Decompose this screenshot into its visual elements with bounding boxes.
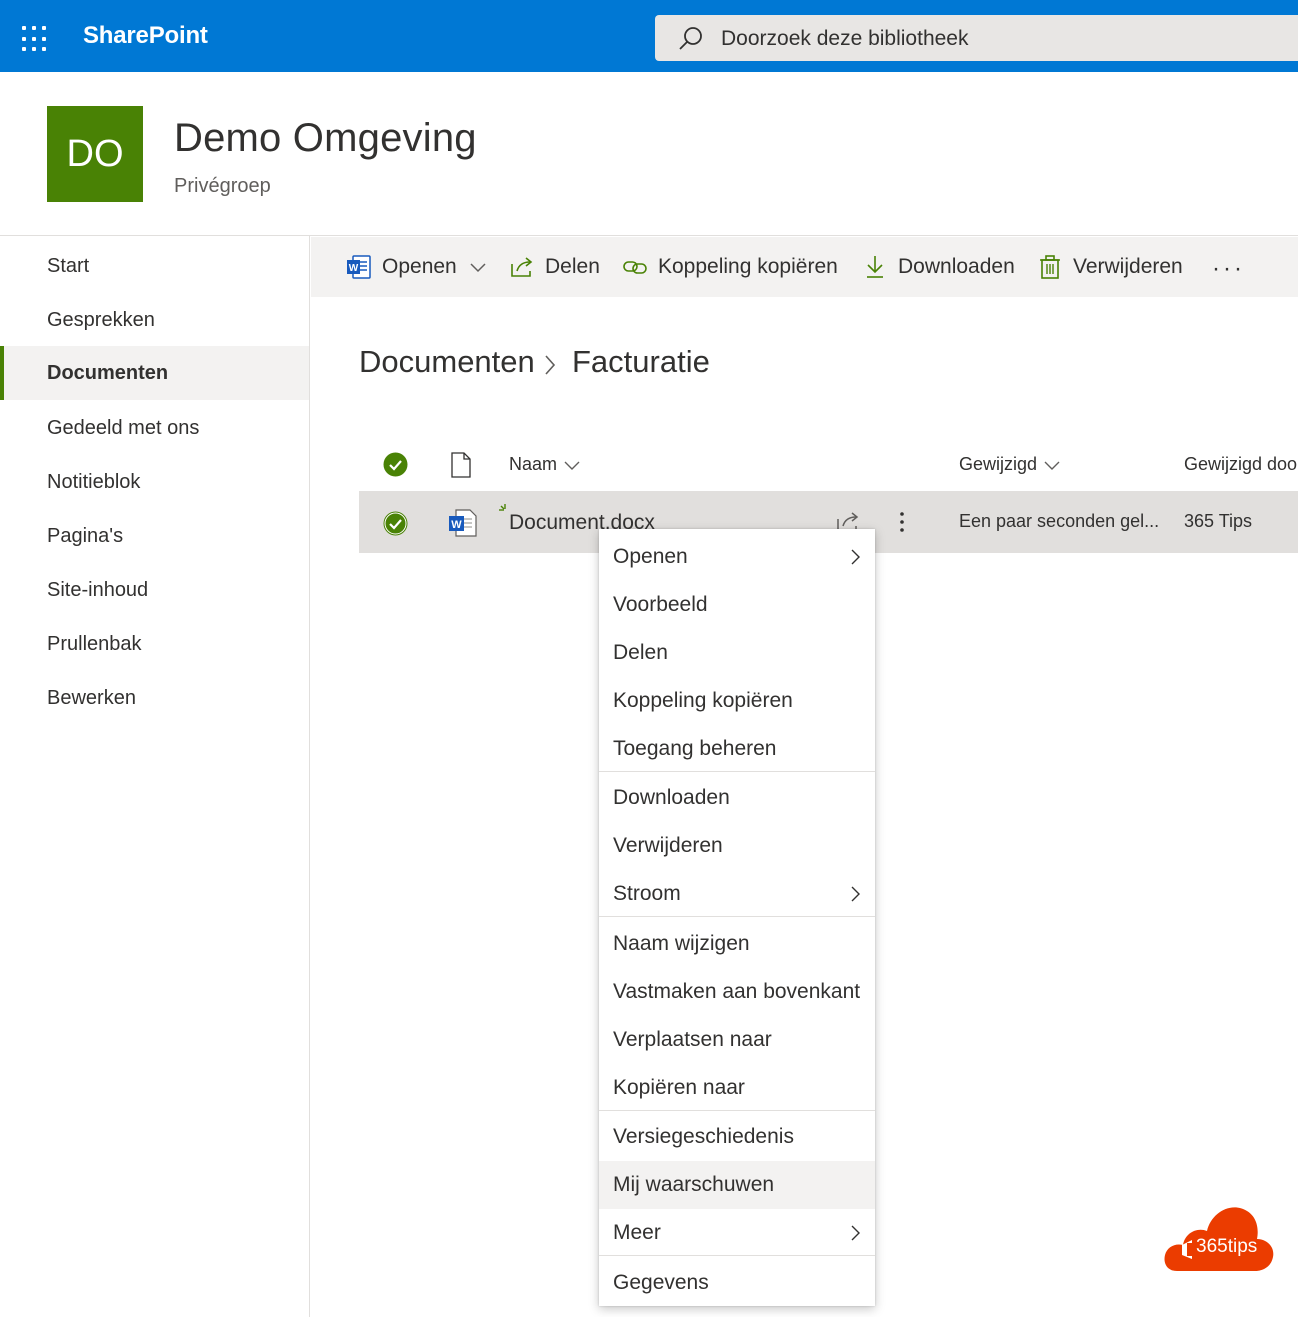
nav-item-documenten[interactable]: Documenten bbox=[0, 346, 309, 400]
chevron-down-icon bbox=[470, 263, 486, 273]
menu-item-label: Verwijderen bbox=[613, 834, 723, 857]
menu-item-voorbeeld[interactable]: Voorbeeld bbox=[599, 581, 875, 629]
select-all-checkbox[interactable] bbox=[383, 452, 408, 477]
column-header-modified-label: Gewijzigd bbox=[959, 454, 1038, 474]
menu-item-stroom[interactable]: Stroom bbox=[599, 870, 875, 918]
menu-item-label: Verplaatsen naar bbox=[613, 1028, 772, 1051]
nav-item-prullenbak[interactable]: Prullenbak bbox=[0, 617, 309, 671]
menu-item-label: Meer bbox=[613, 1221, 661, 1244]
breadcrumb-chevron-icon bbox=[545, 355, 556, 375]
nav-item-start[interactable]: Start bbox=[0, 239, 309, 293]
menu-item-delen[interactable]: Delen bbox=[599, 629, 875, 677]
nav-item-gedeeld-met-ons[interactable]: Gedeeld met ons bbox=[0, 401, 309, 455]
chevron-down-icon bbox=[1044, 461, 1060, 470]
share-command-label: Delen bbox=[545, 255, 600, 278]
nav-item-notitieblok[interactable]: Notitieblok bbox=[0, 455, 309, 509]
menu-item-koppeling-kopieren[interactable]: Koppeling kopiëren bbox=[599, 677, 875, 725]
site-title[interactable]: Demo Omgeving bbox=[174, 116, 477, 161]
open-command-label: Openen bbox=[382, 255, 457, 278]
search-box[interactable]: Doorzoek deze bibliotheek bbox=[655, 15, 1298, 61]
search-icon bbox=[679, 27, 702, 50]
modified-cell: Een paar seconden gel... bbox=[959, 511, 1160, 531]
open-command[interactable]: W Openen bbox=[346, 237, 487, 297]
site-subtitle: Privégroep bbox=[174, 175, 271, 197]
menu-item-label: Delen bbox=[613, 641, 668, 664]
download-icon bbox=[867, 256, 883, 278]
menu-item-label: Koppeling kopiëren bbox=[613, 689, 793, 712]
nav-item-paginas[interactable]: Pagina's bbox=[0, 509, 309, 563]
copy-link-command[interactable]: Koppeling kopiëren bbox=[622, 237, 838, 297]
menu-item-kopieren-naar[interactable]: Kopiëren naar bbox=[599, 1064, 875, 1112]
svg-text:W: W bbox=[349, 263, 359, 274]
column-header-modified-by-label: Gewijzigd doo bbox=[1184, 454, 1298, 474]
menu-divider bbox=[599, 1110, 875, 1111]
menu-item-verplaatsen-naar[interactable]: Verplaatsen naar bbox=[599, 1016, 875, 1064]
menu-item-openen[interactable]: Openen bbox=[599, 533, 875, 581]
nav-item-gesprekken[interactable]: Gesprekken bbox=[0, 293, 309, 347]
column-header-modified[interactable]: Gewijzigd bbox=[959, 454, 1061, 475]
suite-bar: SharePoint Doorzoek deze bibliotheek bbox=[0, 0, 1298, 72]
menu-item-label: Versiegeschiedenis bbox=[613, 1125, 794, 1148]
menu-divider bbox=[599, 916, 875, 917]
app-launcher-icon[interactable] bbox=[22, 26, 48, 52]
download-command-label: Downloaden bbox=[898, 255, 1015, 278]
search-input[interactable]: Doorzoek deze bibliotheek bbox=[721, 27, 969, 51]
row-checkbox[interactable] bbox=[383, 511, 408, 536]
menu-divider bbox=[599, 1255, 875, 1256]
menu-item-label: Downloaden bbox=[613, 786, 730, 809]
column-header-name-label: Naam bbox=[509, 454, 558, 474]
share-icon bbox=[511, 257, 533, 277]
context-menu: Openen Voorbeeld Delen Koppeling kopiëre… bbox=[599, 529, 875, 1306]
menu-item-label: Mij waarschuwen bbox=[613, 1173, 775, 1196]
menu-item-label: Stroom bbox=[613, 882, 681, 905]
menu-item-downloaden[interactable]: Downloaden bbox=[599, 774, 875, 822]
menu-item-label: Openen bbox=[613, 545, 688, 568]
menu-item-mij-waarschuwen[interactable]: Mij waarschuwen bbox=[599, 1161, 875, 1209]
menu-item-label: Toegang beheren bbox=[613, 737, 777, 760]
chevron-right-icon bbox=[851, 1225, 860, 1241]
menu-item-vastmaken[interactable]: Vastmaken aan bovenkant bbox=[599, 968, 875, 1016]
trash-icon bbox=[1040, 255, 1060, 279]
file-type-icon[interactable] bbox=[450, 452, 472, 478]
chevron-right-icon bbox=[851, 886, 860, 902]
menu-item-label: Kopiëren naar bbox=[613, 1076, 745, 1099]
menu-item-label: Gegevens bbox=[613, 1271, 709, 1294]
command-bar: W Openen Delen Koppeling kopiëren Downlo… bbox=[311, 237, 1298, 297]
column-header-modified-by[interactable]: Gewijzigd doo bbox=[1184, 454, 1297, 475]
chevron-right-icon bbox=[851, 549, 860, 565]
copy-link-command-label: Koppeling kopiëren bbox=[658, 255, 838, 278]
menu-item-toegang-beheren[interactable]: Toegang beheren bbox=[599, 725, 875, 773]
app-name[interactable]: SharePoint bbox=[83, 22, 208, 50]
menu-item-verwijderen[interactable]: Verwijderen bbox=[599, 822, 875, 870]
delete-command[interactable]: Verwijderen bbox=[1037, 237, 1183, 297]
more-icon[interactable]: ··· bbox=[1212, 255, 1245, 283]
menu-item-label: Naam wijzigen bbox=[613, 932, 750, 955]
download-command[interactable]: Downloaden bbox=[862, 237, 1015, 297]
menu-item-naam-wijzigen[interactable]: Naam wijzigen bbox=[599, 920, 875, 968]
link-icon bbox=[623, 261, 647, 274]
svg-text:W: W bbox=[451, 519, 462, 531]
menu-item-meer[interactable]: Meer bbox=[599, 1209, 875, 1257]
menu-item-gegevens[interactable]: Gegevens bbox=[599, 1259, 875, 1307]
breadcrumb-root[interactable]: Documenten bbox=[359, 344, 535, 380]
menu-item-versiegeschiedenis[interactable]: Versiegeschiedenis bbox=[599, 1113, 875, 1161]
delete-command-label: Verwijderen bbox=[1073, 255, 1183, 278]
more-actions-icon[interactable] bbox=[897, 509, 907, 535]
menu-divider bbox=[599, 771, 875, 772]
menu-item-label: Vastmaken aan bovenkant bbox=[613, 980, 861, 1003]
watermark-text: 365tips bbox=[1196, 1236, 1258, 1257]
modified-by-cell[interactable]: 365 Tips bbox=[1184, 511, 1252, 532]
breadcrumb-current: Facturatie bbox=[572, 344, 710, 379]
nav-item-site-inhoud[interactable]: Site-inhoud bbox=[0, 563, 309, 617]
word-file-icon: W bbox=[449, 509, 477, 537]
nav-item-bewerken[interactable]: Bewerken bbox=[0, 671, 309, 725]
word-icon: W bbox=[347, 255, 371, 279]
share-command[interactable]: Delen bbox=[509, 237, 600, 297]
left-navigation: Start Gesprekken Documenten Gedeeld met … bbox=[0, 236, 310, 1317]
site-logo[interactable]: DO bbox=[47, 106, 143, 202]
column-header-name[interactable]: Naam bbox=[509, 454, 581, 475]
chevron-down-icon bbox=[564, 461, 580, 470]
menu-item-label: Voorbeeld bbox=[613, 593, 708, 616]
